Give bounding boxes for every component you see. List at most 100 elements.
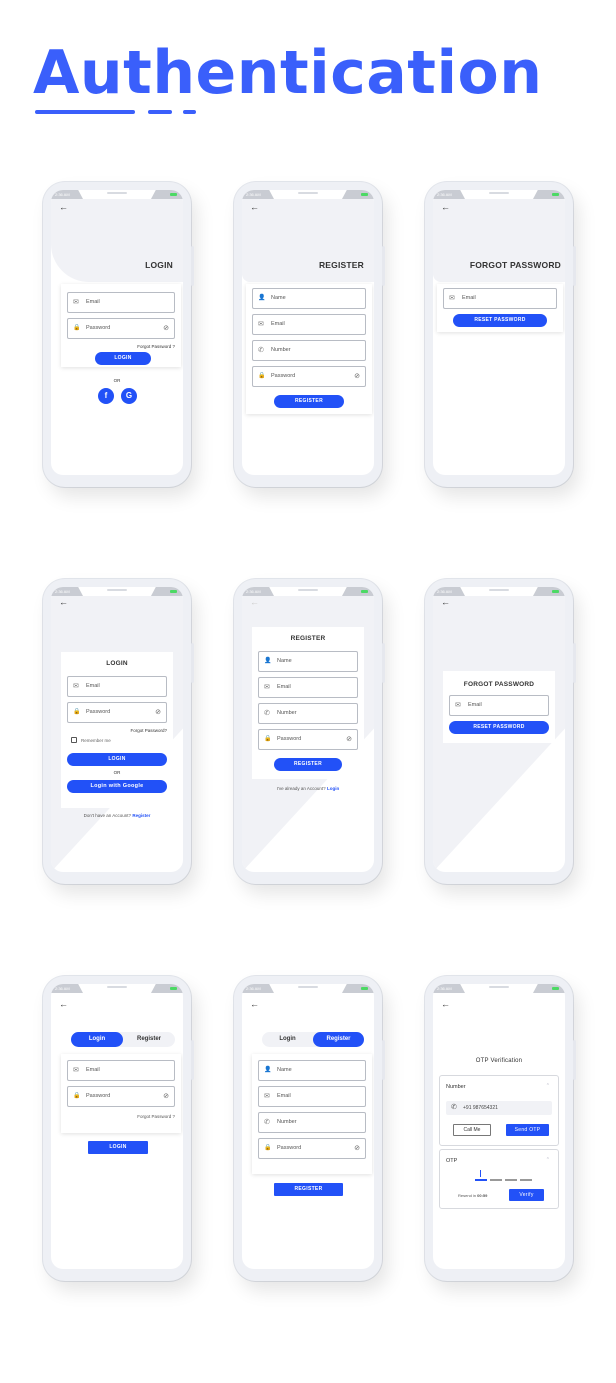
status-time: 2:36 AM (433, 587, 465, 596)
tab-register[interactable]: Register (123, 1032, 175, 1047)
phone-register-v1: 2:36 AM ← REGISTER 👤 Name ✉ Email ✆ Numb… (234, 182, 385, 487)
eye-off-icon[interactable]: ⊘ (155, 708, 161, 716)
back-arrow-icon[interactable]: ← (59, 999, 68, 1009)
register-button[interactable]: REGISTER (274, 758, 342, 771)
number-input[interactable]: ✆ Number (258, 1112, 366, 1133)
tab-login[interactable]: Login (262, 1032, 313, 1047)
status-time: 2:36 AM (433, 190, 465, 199)
tab-login[interactable]: Login (71, 1032, 123, 1047)
login-button[interactable]: LOGIN (95, 352, 151, 365)
send-otp-button[interactable]: Send OTP (506, 1124, 549, 1136)
back-arrow-icon[interactable]: ← (441, 202, 450, 212)
password-placeholder: Password (271, 373, 296, 379)
email-placeholder: Email (277, 1093, 291, 1099)
status-icons (151, 190, 183, 199)
phone-value: +91 987654321 (463, 1105, 498, 1111)
speaker (489, 192, 509, 194)
login-card: ✉ Email 🔒 Password ⊘ Forgot Password ? L… (61, 284, 181, 367)
speaker (489, 986, 509, 988)
login-with-google-button[interactable]: Login with Google (67, 780, 167, 793)
back-arrow-icon[interactable]: ← (250, 202, 259, 212)
email-icon: ✉ (264, 684, 270, 691)
phone-forgot-v2: 2:36 AM ← FORGOT PASSWORD ✉ Email RESET … (425, 579, 576, 884)
back-arrow-icon[interactable]: ← (250, 597, 259, 607)
back-arrow-icon[interactable]: ← (250, 999, 259, 1009)
eye-off-icon[interactable]: ⊘ (346, 735, 352, 743)
name-input[interactable]: 👤 Name (258, 651, 358, 672)
phone-login-v1: 2:36 AM ← LOGIN ✉ Email 🔒 Password ⊘ For… (43, 182, 194, 487)
email-input[interactable]: ✉ Email (67, 676, 167, 697)
register-button[interactable]: REGISTER (274, 395, 344, 408)
login-button[interactable]: LOGIN (88, 1141, 148, 1154)
email-input[interactable]: ✉ Email (258, 677, 358, 698)
number-input[interactable]: ✆ Number (252, 340, 366, 361)
chevron-up-icon[interactable]: ⌃ (546, 1157, 550, 1163)
lock-icon: 🔒 (73, 709, 81, 715)
otp-digit-4[interactable] (520, 1179, 532, 1181)
login-link[interactable]: Login (327, 786, 339, 791)
status-bar: 2:36 AM (433, 190, 565, 199)
forgot-password-link[interactable]: Forgot Password ? (137, 344, 175, 349)
password-input[interactable]: 🔒 Password ⊘ (67, 1086, 175, 1107)
password-input[interactable]: 🔒 Password ⊘ (67, 702, 167, 723)
status-icons (151, 984, 183, 993)
phone-otp: 2:36 AM ← OTP Verification Number ⌃ ✆ +9… (425, 976, 576, 1281)
reset-password-button[interactable]: RESET PASSWORD (449, 721, 549, 734)
status-time: 2:36 AM (51, 190, 83, 199)
register-button[interactable]: REGISTER (274, 1183, 343, 1196)
battery-icon (170, 193, 177, 196)
lock-icon: 🔒 (264, 736, 272, 742)
register-link[interactable]: Register (132, 813, 150, 818)
tab-register[interactable]: Register (313, 1032, 364, 1047)
phone-input[interactable]: ✆ +91 987654321 (446, 1101, 552, 1115)
number-placeholder: Number (277, 710, 297, 716)
forgot-password-link[interactable]: Forgot Password ? (137, 1114, 175, 1119)
email-input[interactable]: ✉ Email (443, 288, 557, 309)
title-underline-dash (148, 110, 172, 114)
email-input[interactable]: ✉ Email (449, 695, 549, 716)
battery-icon (552, 590, 559, 593)
user-icon: 👤 (264, 658, 272, 664)
eye-off-icon[interactable]: ⊘ (354, 372, 360, 380)
number-input[interactable]: ✆ Number (258, 703, 358, 724)
email-placeholder: Email (277, 684, 291, 690)
password-input[interactable]: 🔒 Password ⊘ (258, 1138, 366, 1159)
otp-digit-2[interactable] (490, 1179, 502, 1181)
forgot-password-link[interactable]: Forgot Password? (130, 728, 167, 733)
facebook-button[interactable]: f (98, 388, 114, 404)
verify-button[interactable]: Verify (509, 1189, 544, 1201)
status-bar: 2:36 AM (242, 190, 374, 199)
login-card: LOGIN ✉ Email 🔒 Password ⊘ Forgot Passwo… (61, 652, 173, 808)
email-input[interactable]: ✉ Email (252, 314, 366, 335)
eye-off-icon[interactable]: ⊘ (163, 1092, 169, 1100)
back-arrow-icon[interactable]: ← (59, 202, 68, 212)
password-input[interactable]: 🔒 Password ⊘ (67, 318, 175, 339)
otp-digit-3[interactable] (505, 1179, 517, 1181)
google-button[interactable]: G (121, 388, 137, 404)
reset-password-button[interactable]: RESET PASSWORD (453, 314, 547, 327)
back-arrow-icon[interactable]: ← (59, 597, 68, 607)
email-input[interactable]: ✉ Email (258, 1086, 366, 1107)
side-button (573, 1040, 576, 1080)
call-me-button[interactable]: Call Me (453, 1124, 491, 1136)
status-icons (342, 587, 374, 596)
eye-off-icon[interactable]: ⊘ (354, 1144, 360, 1152)
back-arrow-icon[interactable]: ← (441, 999, 450, 1009)
eye-off-icon[interactable]: ⊘ (163, 324, 169, 332)
number-section: Number ⌃ ✆ +91 987654321 Call Me Send OT… (439, 1075, 559, 1146)
back-arrow-icon[interactable]: ← (441, 597, 450, 607)
otp-digit-1[interactable] (475, 1179, 487, 1181)
email-input[interactable]: ✉ Email (67, 1060, 175, 1081)
phone-register-v3: 2:36 AM ← Login Register 👤 Name ✉ Email … (234, 976, 385, 1281)
status-bar: 2:36 AM (51, 984, 183, 993)
auth-tabs: Login Register (71, 1032, 175, 1047)
password-input[interactable]: 🔒 Password ⊘ (258, 729, 358, 750)
no-account-text: Don't have an Account? Register (51, 813, 183, 818)
chevron-up-icon[interactable]: ⌃ (546, 1083, 550, 1089)
password-input[interactable]: 🔒 Password ⊘ (252, 366, 366, 387)
name-input[interactable]: 👤 Name (252, 288, 366, 309)
name-input[interactable]: 👤 Name (258, 1060, 366, 1081)
email-input[interactable]: ✉ Email (67, 292, 175, 313)
login-button[interactable]: LOGIN (67, 753, 167, 766)
remember-checkbox[interactable] (71, 737, 77, 743)
